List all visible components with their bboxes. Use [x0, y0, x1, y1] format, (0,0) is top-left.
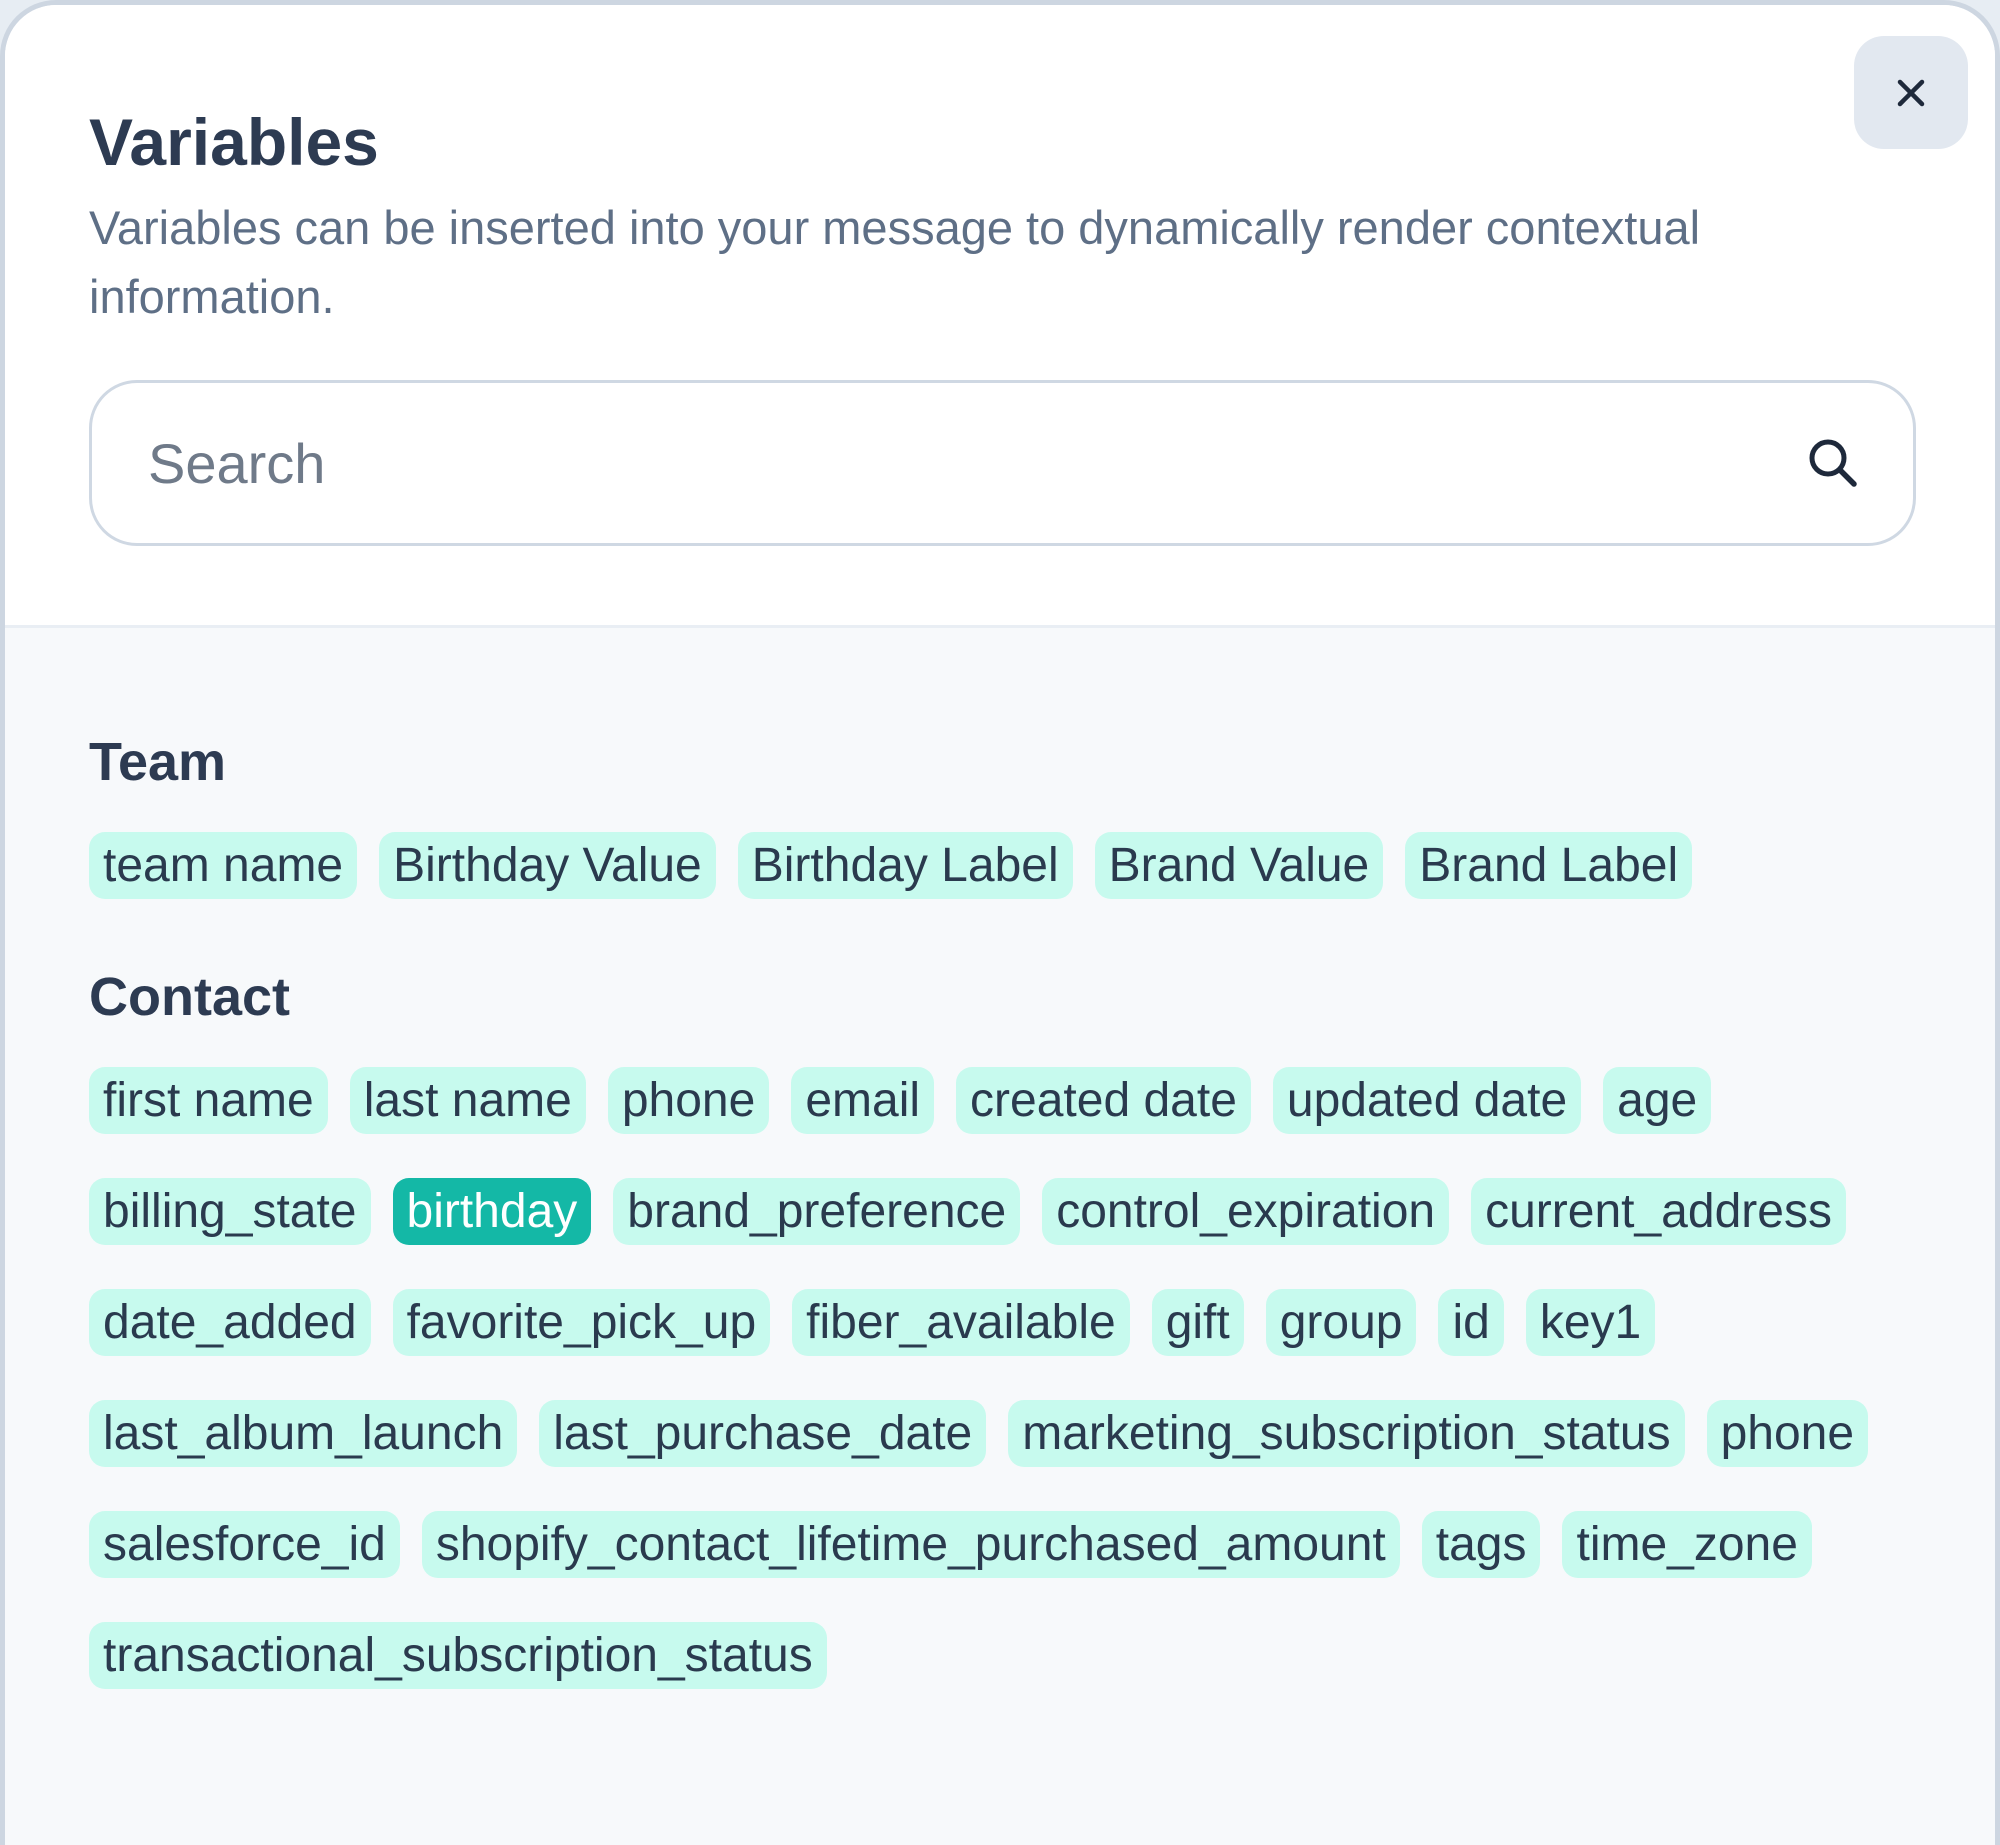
variable-chip[interactable]: first name — [89, 1067, 328, 1134]
variable-chip[interactable]: gift — [1151, 1289, 1244, 1356]
variable-chip[interactable]: key1 — [1525, 1289, 1656, 1356]
variable-chip[interactable]: group — [1265, 1289, 1417, 1356]
modal-description: Variables can be inserted into your mess… — [89, 201, 1701, 323]
variable-chip-list: team name Birthday Value Birthday Label Bra… — [89, 832, 1939, 899]
variable-chip[interactable]: age — [1603, 1067, 1712, 1134]
variable-chip[interactable]: brand_preference — [613, 1178, 1021, 1245]
variable-chip[interactable]: last_album_launch — [89, 1400, 518, 1467]
variable-chip[interactable]: last name — [349, 1067, 586, 1134]
variables-list: Team team name Birthday Value Birthday Lab… — [5, 628, 1995, 1845]
variable-chip[interactable]: current_address — [1471, 1178, 1846, 1245]
variable-chip[interactable]: Brand Value — [1094, 832, 1384, 899]
variable-chip[interactable]: billing_state — [89, 1178, 371, 1245]
variable-chip[interactable]: email — [791, 1067, 935, 1134]
variable-chip[interactable]: team name — [89, 832, 358, 899]
section-title: Team — [89, 732, 227, 792]
variable-section-contact: Contact first name last name phone email cre… — [89, 957, 1995, 1689]
search-field[interactable] — [89, 380, 1916, 546]
variable-chip[interactable]: phone — [607, 1067, 770, 1134]
variable-section-team: Team team name Birthday Value Birthday Lab… — [89, 722, 1995, 899]
variable-chip[interactable]: marketing_subscription_status — [1008, 1400, 1685, 1467]
modal-header: Variables Variables can be inserted into… — [5, 5, 1995, 628]
variable-chip[interactable]: tags — [1421, 1511, 1541, 1578]
variable-chip[interactable]: fiber_available — [792, 1289, 1130, 1356]
variable-chip[interactable]: Brand Label — [1405, 832, 1693, 899]
section-title: Contact — [89, 967, 290, 1027]
modal-title: Variables — [89, 105, 379, 179]
variable-chip[interactable]: created date — [956, 1067, 1251, 1134]
close-button[interactable] — [1854, 36, 1968, 149]
variable-chip[interactable]: Birthday Value — [379, 832, 716, 899]
variable-chip-list: first name last name phone email created dat… — [89, 1067, 1939, 1689]
variable-chip[interactable]: shopify_contact_lifetime_purchased_amoun… — [421, 1511, 1400, 1578]
variables-modal: Variables Variables can be inserted into… — [0, 0, 2000, 1845]
variable-chip[interactable]: salesforce_id — [89, 1511, 400, 1578]
variable-chip[interactable]: updated date — [1272, 1067, 1582, 1134]
variable-chip[interactable]: transactional_subscription_status — [89, 1622, 827, 1689]
variable-chip[interactable]: last_purchase_date — [539, 1400, 987, 1467]
variable-chip[interactable]: favorite_pick_up — [392, 1289, 771, 1356]
close-icon — [1897, 79, 1925, 106]
variable-chip[interactable]: time_zone — [1562, 1511, 1812, 1578]
search-icon[interactable] — [1803, 433, 1863, 493]
variable-chip[interactable]: control_expiration — [1042, 1178, 1450, 1245]
variable-chip[interactable]: Birthday Label — [737, 832, 1073, 899]
variable-chip[interactable]: phone — [1706, 1400, 1869, 1467]
search-input[interactable] — [148, 430, 1803, 496]
variable-chip[interactable]: id — [1438, 1289, 1504, 1356]
variable-chip-selected[interactable]: birthday — [392, 1178, 592, 1245]
variable-chip[interactable]: date_added — [89, 1289, 371, 1356]
